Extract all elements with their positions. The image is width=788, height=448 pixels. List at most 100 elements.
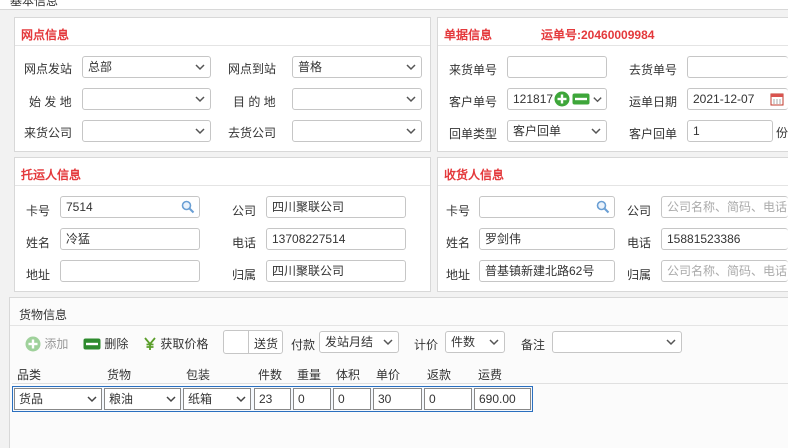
shipper-company-label: 公司 — [232, 204, 257, 218]
category-cell[interactable]: 货品 — [14, 388, 102, 410]
unit-price-cell[interactable]: 30 — [373, 388, 422, 410]
pay-label: 付款 — [291, 338, 316, 352]
minus-icon — [83, 338, 101, 350]
chevron-down-icon — [87, 396, 97, 403]
calendar-icon[interactable] — [770, 92, 784, 106]
deliver-toggle[interactable]: 送货 — [223, 330, 283, 354]
outlet-title: 网点信息 — [21, 28, 70, 42]
search-icon[interactable] — [181, 200, 195, 214]
shipper-card-label: 卡号 — [26, 204, 51, 218]
chevron-down-icon — [195, 96, 205, 103]
consignee-address-label: 地址 — [446, 268, 471, 282]
incoming-no-label: 来货单号 — [449, 63, 498, 77]
chevron-down-icon — [489, 339, 499, 346]
shipper-phone-input[interactable]: 13708227514 — [266, 228, 406, 250]
chevron-down-icon — [591, 128, 601, 135]
waybill-number: 运单号:20460009984 — [541, 28, 655, 42]
consignee-company-input[interactable]: 公司名称、简码、电话 — [661, 196, 788, 218]
quantity-cell[interactable]: 23 — [254, 388, 291, 410]
customer-return-label: 客户回单 — [629, 127, 678, 141]
shipper-card-input[interactable]: 7514 — [60, 196, 200, 218]
outlet-depart-select[interactable]: 总部 — [82, 56, 211, 78]
add-icon — [25, 336, 41, 352]
outlet-arrive-label: 网点到站 — [228, 62, 277, 76]
outlet-depart-label: 网点发站 — [24, 62, 73, 76]
outlet-arrive-select[interactable]: 普格 — [292, 56, 422, 78]
consignee-company-label: 公司 — [627, 204, 652, 218]
outlet-to-company-select[interactable] — [292, 120, 422, 142]
shipper-name-input[interactable]: 冷猛 — [60, 228, 200, 250]
shipper-phone-label: 电话 — [232, 236, 257, 250]
waybill-date-label: 运单日期 — [629, 95, 678, 109]
rebate-cell[interactable]: 0 — [424, 388, 472, 410]
chevron-down-icon[interactable] — [592, 94, 603, 105]
outlet-dest-select[interactable] — [292, 88, 422, 110]
chevron-down-icon — [666, 339, 676, 346]
weight-cell[interactable]: 0 — [293, 388, 331, 410]
return-type-label: 回单类型 — [449, 127, 498, 141]
minus-icon[interactable] — [572, 93, 590, 105]
package-cell[interactable]: 纸箱 — [183, 388, 251, 410]
outlet-origin-label: 始 发 地 — [29, 95, 72, 109]
goods-title: 货物信息 — [19, 308, 68, 322]
freight-cell[interactable]: 690.00 — [474, 388, 531, 410]
outgoing-no-label: 去货单号 — [629, 63, 678, 77]
shipper-belong-label: 归属 — [232, 268, 257, 282]
get-price-button[interactable]: 获取价格 — [143, 335, 208, 352]
consignee-name-input[interactable]: 罗剑伟 — [479, 228, 615, 250]
incoming-no-input[interactable] — [507, 56, 607, 78]
volume-cell[interactable]: 0 — [333, 388, 371, 410]
outlet-to-company-label: 去货公司 — [228, 126, 277, 140]
outlet-dest-label: 目 的 地 — [233, 95, 276, 109]
consignee-phone-input[interactable]: 15881523386 — [661, 228, 788, 250]
col-header: 件数 — [258, 368, 283, 382]
outlet-from-company-select[interactable] — [82, 120, 211, 142]
search-icon[interactable] — [596, 200, 610, 214]
customer-no-label: 客户单号 — [449, 95, 498, 109]
chevron-down-icon — [236, 396, 246, 403]
deliver-checkbox[interactable] — [224, 331, 249, 353]
shipper-address-input[interactable] — [60, 260, 200, 282]
col-header: 货物 — [107, 368, 132, 382]
outgoing-no-input[interactable] — [687, 56, 788, 78]
add-icon[interactable] — [554, 91, 570, 107]
consignee-card-input[interactable] — [479, 196, 615, 218]
col-header: 体积 — [336, 368, 361, 382]
waybill-date-input[interactable]: 2021-12-07 — [687, 88, 788, 110]
goods-cell[interactable]: 粮油 — [104, 388, 181, 410]
note-label: 备注 — [521, 338, 546, 352]
top-title: 基本信息 — [10, 0, 59, 8]
calc-select[interactable]: 件数 — [445, 331, 505, 353]
note-select[interactable] — [552, 331, 682, 353]
return-type-select[interactable]: 客户回单 — [507, 120, 607, 142]
shipper-name-label: 姓名 — [26, 236, 51, 250]
consignee-belong-label: 归属 — [627, 268, 652, 282]
shipper-belong-input[interactable]: 四川聚联公司 — [266, 260, 406, 282]
chevron-down-icon — [166, 396, 176, 403]
consignee-belong-input[interactable]: 公司名称、简码、电话 — [661, 260, 788, 282]
consignee-phone-label: 电话 — [627, 236, 652, 250]
chevron-down-icon — [195, 128, 205, 135]
consignee-name-label: 姓名 — [446, 236, 471, 250]
chevron-down-icon — [406, 96, 416, 103]
consignee-card-label: 卡号 — [446, 204, 471, 218]
pay-select[interactable]: 发站月结 — [319, 331, 399, 353]
chevron-down-icon — [406, 128, 416, 135]
consignee-address-input[interactable]: 普基镇新建北路62号 — [479, 260, 615, 282]
customer-no-input[interactable]: 121817 — [507, 88, 607, 110]
shipper-company-input[interactable]: 四川聚联公司 — [266, 196, 406, 218]
col-header: 运费 — [478, 368, 503, 382]
col-header: 返款 — [427, 368, 452, 382]
add-button[interactable]: 添加 — [25, 335, 68, 352]
col-header: 品类 — [17, 368, 42, 382]
outlet-origin-select[interactable] — [82, 88, 211, 110]
customer-return-input[interactable]: 1 — [687, 120, 773, 142]
shipper-address-label: 地址 — [26, 268, 51, 282]
receipt-title: 单据信息 — [444, 28, 493, 42]
chevron-down-icon — [195, 64, 205, 71]
outlet-from-company-label: 来货公司 — [24, 126, 73, 140]
chevron-down-icon — [383, 339, 393, 346]
delete-button[interactable]: 删除 — [83, 335, 128, 352]
shipper-title: 托运人信息 — [21, 168, 82, 182]
col-header: 单价 — [376, 368, 401, 382]
